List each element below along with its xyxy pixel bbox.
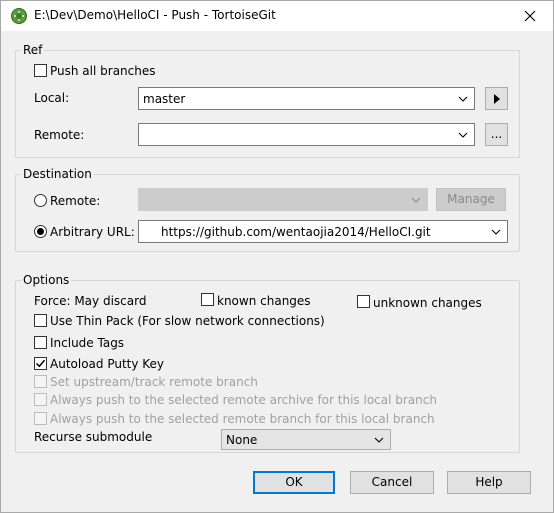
- ref-legend: Ref: [23, 43, 43, 57]
- always-push-archive-label: Always push to the selected remote archi…: [50, 393, 437, 407]
- ok-button[interactable]: OK: [253, 471, 335, 494]
- unknown-changes-checkbox[interactable]: [357, 295, 370, 308]
- local-label: Local:: [34, 91, 70, 105]
- arbitrary-url-radio[interactable]: [34, 225, 47, 238]
- help-button[interactable]: Help: [447, 471, 531, 494]
- push-dialog: E:\Dev\Demo\HelloCI - Push - TortoiseGit…: [0, 0, 554, 513]
- radio-dot: [37, 228, 44, 235]
- local-branch-combo[interactable]: master: [138, 87, 475, 110]
- options-legend: Options: [23, 273, 70, 287]
- autoload-putty-label: Autoload Putty Key: [50, 357, 165, 371]
- arbitrary-url-label: Arbitrary URL:: [50, 225, 135, 239]
- thin-pack-checkbox[interactable]: [34, 314, 47, 327]
- arbitrary-url-combo[interactable]: https://github.com/wentaojia2014/HelloCI…: [138, 220, 508, 243]
- autoload-putty-checkbox[interactable]: [34, 357, 47, 370]
- chevron-down-icon: [411, 197, 421, 203]
- close-button[interactable]: [507, 1, 553, 31]
- recurse-submodule-combo[interactable]: None: [221, 429, 391, 450]
- chevron-down-icon: [374, 437, 384, 443]
- force-label: Force: May discard: [34, 294, 147, 308]
- remote-radio[interactable]: [34, 194, 47, 207]
- arbitrary-url-value: https://github.com/wentaojia2014/HelloCI…: [161, 225, 431, 239]
- ellipsis-label: ...: [490, 127, 503, 141]
- push-all-branches-checkbox[interactable]: [34, 64, 47, 77]
- set-upstream-label: Set upstream/track remote branch: [50, 375, 258, 389]
- window-title: E:\Dev\Demo\HelloCI - Push - TortoiseGit: [34, 8, 276, 22]
- browse-remote-button[interactable]: ...: [485, 123, 508, 146]
- browse-local-button[interactable]: [485, 87, 508, 110]
- checkmark-icon: [35, 359, 46, 368]
- recurse-submodule-value: None: [226, 433, 258, 447]
- thin-pack-label: Use Thin Pack (For slow network connecti…: [50, 314, 325, 328]
- known-changes-label: known changes: [217, 294, 311, 308]
- always-push-branch-label: Always push to the selected remote branc…: [50, 412, 435, 426]
- tortoisegit-icon: [10, 7, 28, 25]
- set-upstream-checkbox: [34, 375, 47, 388]
- destination-legend: Destination: [23, 167, 92, 181]
- recurse-submodule-label: Recurse submodule: [34, 430, 153, 444]
- remote-label: Remote:: [34, 128, 85, 142]
- destination-remote-combo: [138, 188, 428, 211]
- cancel-button[interactable]: Cancel: [350, 471, 434, 494]
- chevron-down-icon: [458, 96, 468, 102]
- destination-remote-label: Remote:: [50, 194, 101, 208]
- always-push-archive-checkbox: [34, 393, 47, 406]
- manage-button: Manage: [436, 188, 506, 211]
- chevron-down-icon: [491, 229, 501, 235]
- play-arrow-icon: [494, 94, 500, 104]
- push-all-branches-label: Push all branches: [50, 64, 156, 78]
- chevron-down-icon: [458, 132, 468, 138]
- known-changes-checkbox[interactable]: [201, 293, 214, 306]
- always-push-branch-checkbox: [34, 412, 47, 425]
- remote-branch-combo[interactable]: [138, 123, 475, 146]
- local-branch-value: master: [143, 92, 186, 106]
- include-tags-label: Include Tags: [50, 336, 125, 350]
- unknown-changes-label: unknown changes: [373, 296, 482, 310]
- close-icon: [524, 10, 536, 22]
- title-bar[interactable]: E:\Dev\Demo\HelloCI - Push - TortoiseGit: [1, 1, 553, 31]
- include-tags-checkbox[interactable]: [34, 336, 47, 349]
